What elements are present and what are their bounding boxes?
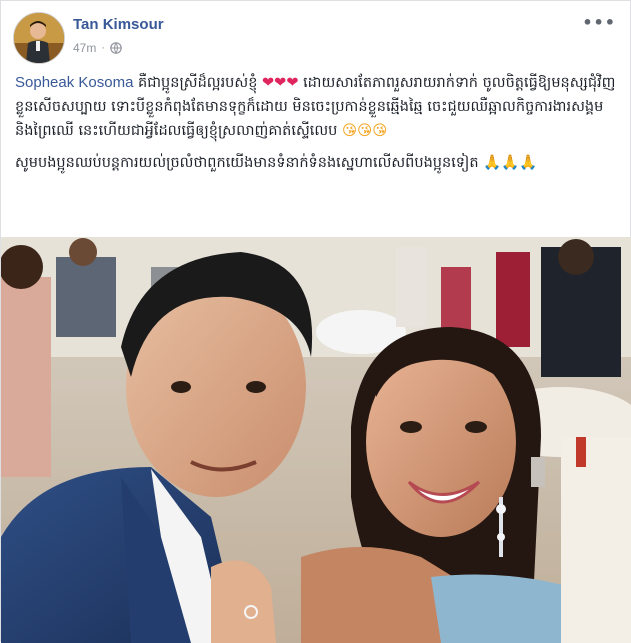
avatar-image — [14, 13, 64, 63]
pray-emoji: 🙏🙏🙏 — [483, 155, 538, 171]
more-options-icon[interactable]: ••• — [582, 13, 616, 32]
post-header: Tan Kimsour 47m · ••• — [1, 1, 631, 71]
author-avatar[interactable] — [13, 12, 65, 64]
post-meta: 47m · — [73, 41, 122, 55]
post-body: Sopheak Kosoma គឺជាប្អូនស្រីដ៏ល្អរបស់ខ្ញ… — [15, 71, 620, 183]
mention-link[interactable]: Sopheak Kosoma — [15, 74, 133, 91]
meta-separator: · — [101, 42, 106, 54]
kiss-emoji: 😘😘😘 — [341, 123, 388, 139]
selfie-photo — [1, 237, 631, 643]
paragraph-1: Sopheak Kosoma គឺជាប្អូនស្រីដ៏ល្អរបស់ខ្ញ… — [15, 71, 620, 143]
post-photo[interactable] — [1, 237, 631, 643]
hearts-emoji: ❤❤❤ — [262, 75, 299, 91]
paragraph-2-text: សូមបងប្អូនឈប់បន្តការយល់ច្រលំថាពួកយើងមានទ… — [15, 155, 479, 171]
paragraph-2: សូមបងប្អូនឈប់បន្តការយល់ច្រលំថាពួកយើងមានទ… — [15, 151, 620, 175]
paragraph-1-text: គឺជាប្អូនស្រីដ៏ល្អរបស់ខ្ញុំ — [138, 75, 258, 91]
globe-icon — [110, 42, 122, 54]
post-time[interactable]: 47m — [73, 41, 96, 55]
author-name[interactable]: Tan Kimsour — [73, 16, 164, 33]
